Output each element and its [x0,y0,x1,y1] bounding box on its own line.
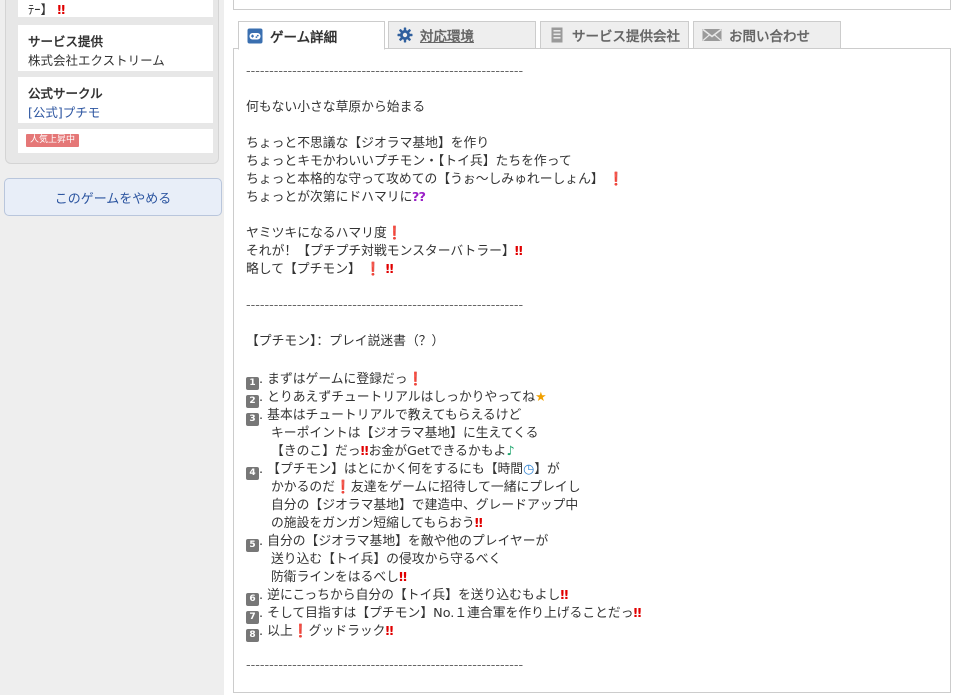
intro-line-1: 何もない小さな草原から始まる [246,100,426,115]
exclamation-icon: ❗ [292,624,309,639]
guide-title: 【プチモン】：プレイ説迷書（？） [246,334,445,349]
double-exclamation-icon: ‼ [633,606,642,621]
step-3-line-3: 【きのこ】だっ‼お金がGetできるかもよ♪ [271,444,515,459]
double-exclamation-icon: ‼ [398,570,407,585]
top-frame [233,0,951,10]
mail-icon [702,28,722,41]
step-8: 8. 以上❗グッドラック‼ [246,623,393,642]
intro-line-4: ちょっと本格的な守って攻めての【うぉ～しみゅれーしょん】 ❗ [246,172,625,187]
step-3-line-2: キーポイントは【ジオラマ基地】に生えてくる [271,426,539,441]
separator-line: ----------------------------------------… [246,658,524,673]
badge-box: 人気上昇中 [18,129,213,153]
step-4-line-4: の施設をガンガン短縮してもらおう‼ [271,516,483,531]
quit-game-button[interactable]: このゲームをやめる [4,178,222,216]
double-exclamation-icon: ‼ [385,262,394,277]
separator-line: ----------------------------------------… [246,64,524,79]
top-text: ﾃｰ】 ‼ [28,2,66,17]
exclamation-icon: ❗ [407,372,424,387]
official-circle-box: 公式サークル [公式]プチモ [18,77,213,123]
intro-line-2: ちょっと不思議な【ジオラマ基地】を作り [246,136,490,151]
official-circle-title: 公式サークル [28,86,103,101]
service-provider-title: サービス提供 [28,34,104,49]
rising-popularity-badge: 人気上昇中 [26,134,80,147]
clock-icon: ◷ [523,462,535,477]
step-4: 4. 【プチモン】はとにかく何をするにも【時間◷】が [246,461,560,480]
building-icon [551,27,563,43]
separator-line: ----------------------------------------… [246,298,524,313]
double-exclamation-icon: ‼ [385,624,394,639]
tab-contact[interactable]: お問い合わせ [693,21,841,49]
step-7: 7. そして目指すは【プチモン】No.１連合軍を作り上げることだっ‼ [246,605,642,624]
sidebar: ﾃｰ】 ‼ サービス提供 株式会社エクストリーム 公式サークル [公式]プチモ … [0,0,224,695]
intro-line-3: ちょっとキモかわいいプチモン・【トイ兵】たちを作って [246,154,572,169]
step-5: 5. 自分の【ジオラマ基地】を敵や他のプレイヤーが [246,533,548,552]
step-4-line-3: 自分の【ジオラマ基地】で建造中、グレードアップ中 [271,498,579,513]
double-question-icon: ⁇ [412,190,426,205]
service-provider-box: サービス提供 株式会社エクストリーム [18,25,213,71]
number-3-icon: 3 [246,413,259,426]
double-exclamation-icon: ‼ [514,244,523,259]
step-3: 3. 基本はチュートリアルで教えてもらえるけど [246,407,521,426]
exclamation-icon: ❗ [334,480,351,495]
exclamation-icon: ❗ [603,172,625,187]
tab-environment-label: 対応環境 [420,29,474,45]
double-exclamation-icon: ‼ [53,2,66,17]
info-box-top: ﾃｰ】 ‼ [18,0,213,17]
double-exclamation-icon: ‼ [560,588,569,603]
step-1: 1. まずはゲームに登録だっ❗ [246,371,423,390]
step-4-line-2: かかるのだ❗友達をゲームに招待して一緒にプレイし [271,480,581,495]
exclamation-icon: ❗ [386,226,403,241]
step-5-line-3: 防衛ラインをはるべし‼ [271,570,407,585]
game-controller-icon [247,28,263,43]
exclamation-icon: ❗ [360,262,386,277]
tab-game-details-label: ゲーム詳細 [270,29,338,46]
star-icon: ★ [535,390,547,405]
number-8-icon: 8 [246,629,259,642]
tab-environment[interactable]: 対応環境 [388,21,536,49]
game-details-content: ----------------------------------------… [233,48,951,693]
gear-icon [397,27,413,43]
intro-line-6: ヤミツキになるハマリ度❗ [246,226,403,241]
tab-contact-label: お問い合わせ [729,29,810,45]
service-provider-value: 株式会社エクストリーム [28,53,165,68]
intro-line-7: それが！【プチプチ対戦モンスターバトラー】‼ [246,244,523,259]
number-4-icon: 4 [246,467,259,480]
step-2: 2. とりあえずチュートリアルはしっかりやってね★ [246,389,547,408]
step-6: 6. 逆にこっちから自分の【トイ兵】を送り込むもよし‼ [246,587,568,606]
game-info-panel: ﾃｰ】 ‼ サービス提供 株式会社エクストリーム 公式サークル [公式]プチモ … [5,0,219,164]
tab-service-company[interactable]: サービス提供会社 [540,21,689,49]
step-5-line-2: 送り込む【トイ兵】の侵攻から守るべく [271,552,502,567]
double-exclamation-icon: ‼ [360,444,369,459]
tab-game-details[interactable]: ゲーム詳細 [238,21,385,50]
number-5-icon: 5 [246,539,259,552]
intro-line-5: ちょっとが次第にドハマリに⁇ [246,190,426,205]
tab-service-company-label: サービス提供会社 [572,29,680,45]
intro-line-8: 略して【プチモン】 ❗ ‼ [246,262,394,277]
music-note-icon: ♪ [506,444,515,459]
official-circle-link[interactable]: [公式]プチモ [28,102,100,121]
double-exclamation-icon: ‼ [474,516,483,531]
